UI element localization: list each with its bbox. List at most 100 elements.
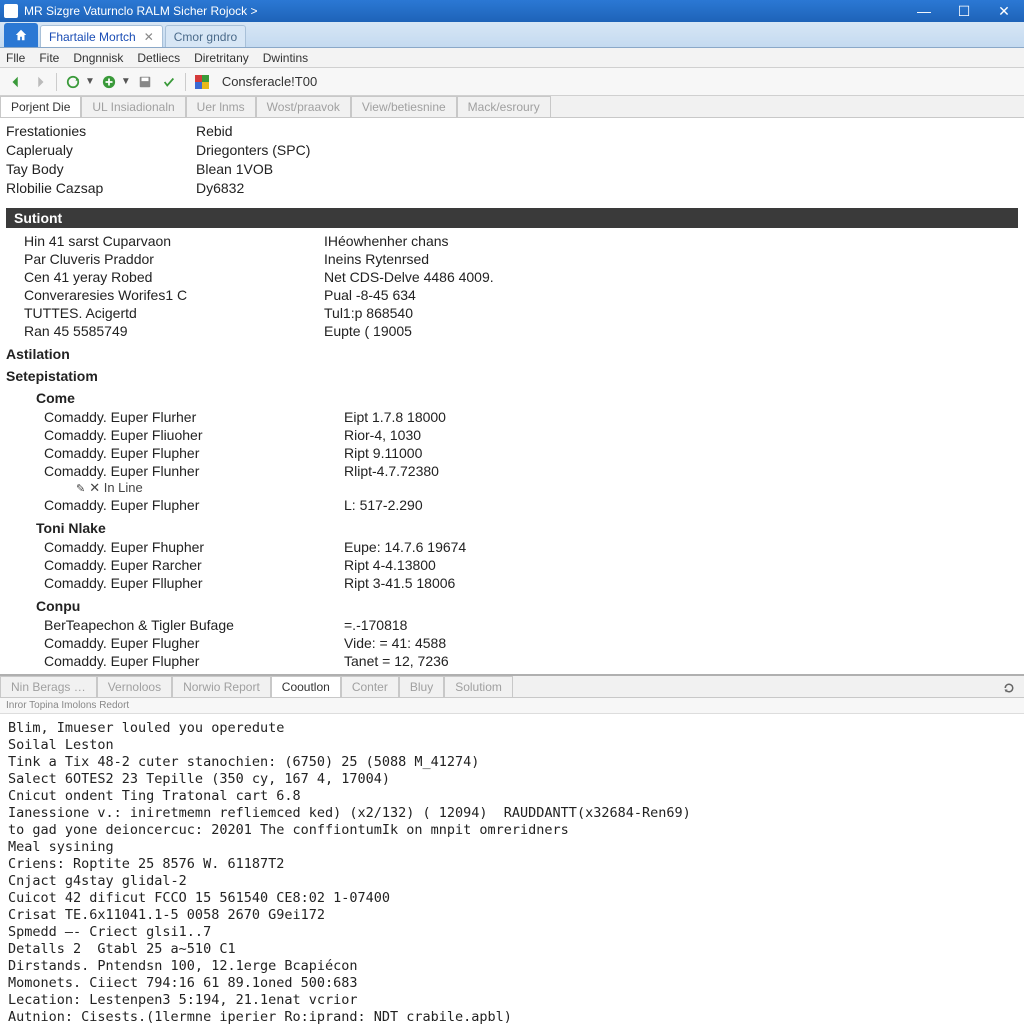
save-button[interactable] (135, 72, 155, 92)
tab-installation[interactable]: UL Insiadionaln (81, 96, 185, 117)
row-label: TUTTES. Acigertd (24, 304, 324, 322)
meta-row: CaplerualyDriegonters (SPC) (6, 141, 1024, 160)
output-toolbar: Inror Topina Imolons Redort (0, 698, 1024, 714)
dropdown-icon[interactable]: ▼ (85, 76, 95, 87)
inline-note[interactable]: ✎ ✕ In Line (6, 480, 1024, 496)
inline-note-text: ✕ In Line (89, 480, 143, 495)
data-row: TUTTES. AcigertdTul1:p 868540 (6, 304, 1024, 322)
refresh-button[interactable] (63, 72, 83, 92)
properties-pane[interactable]: FrestationiesRebidCaplerualyDriegonters … (0, 118, 1024, 674)
section-header-astilation: Astilation (6, 346, 1024, 362)
row-label: Comaddy. Euper Flupher (44, 444, 344, 462)
row-value: Ript 4-4.13800 (344, 556, 436, 574)
meta-row: FrestationiesRebid (6, 122, 1024, 141)
tab-messages[interactable]: Nin Berags … (0, 676, 97, 697)
back-button[interactable] (6, 72, 26, 92)
subsection-toni: Toni Nlake (36, 520, 1024, 536)
row-label: Comaddy. Euper Fhupher (44, 538, 344, 556)
section-header-sutiont: Sutiont (6, 208, 1018, 228)
menu-windows[interactable]: Dwintins (263, 51, 308, 65)
data-row: Comaddy. Euper FhupherEupe: 14.7.6 19674 (6, 538, 1024, 556)
data-row: Ran 45 5585749Eupte ( 19005 (6, 322, 1024, 340)
row-value: Net CDS-Delve 4486 4009. (324, 268, 494, 286)
home-icon (14, 28, 28, 42)
row-value: IHéowhenher chans (324, 232, 449, 250)
meta-key: Frestationies (6, 122, 196, 141)
meta-value: Dy6832 (196, 179, 244, 198)
meta-row: Rlobilie CazsapDy6832 (6, 179, 1024, 198)
forward-button[interactable] (30, 72, 50, 92)
window-titlebar: MR Sizgre Vaturnclo RALM Sicher Rojock >… (0, 0, 1024, 22)
tab-project-die[interactable]: Porjent Die (0, 96, 81, 117)
main-toolbar: ▼ ▼ Consferacle!T00 (0, 68, 1024, 96)
menu-diagnostics[interactable]: Dngnnisk (73, 51, 123, 65)
detail-tabs: Porjent Die UL Insiadionaln Uer lnms Wos… (0, 96, 1024, 118)
tab-user-items[interactable]: Uer lnms (186, 96, 256, 117)
row-value: Rior-4, 1030 (344, 426, 421, 444)
home-tab[interactable] (4, 23, 38, 47)
tab-buy[interactable]: Bluy (399, 676, 444, 697)
data-row: Comaddy. Euper FlurherEipt 1.7.8 18000 (6, 408, 1024, 426)
row-value: Tul1:p 868540 (324, 304, 413, 322)
tab-versions[interactable]: Vernoloos (97, 676, 172, 697)
section-header-setepistation: Setepistatiom (6, 368, 1024, 384)
data-row: Comaddy. Euper FlugherVide: = 41: 4588 (6, 634, 1024, 652)
row-label: Comaddy. Euper Fliuoher (44, 426, 344, 444)
minimize-button[interactable]: — (904, 0, 944, 22)
row-value: Ineins Rytenrsed (324, 250, 429, 268)
tab-report[interactable]: Norwio Report (172, 676, 271, 697)
puzzle-icon[interactable] (192, 72, 212, 92)
row-value: Vide: = 41: 4588 (344, 634, 446, 652)
tab-workspace[interactable]: Wost/praavok (256, 96, 351, 117)
row-value: =.-170818 (344, 616, 407, 634)
data-row: Comaddy. Euper RarcherRipt 4-4.13800 (6, 556, 1024, 574)
tab-history[interactable]: Mack/esroury (457, 96, 551, 117)
menu-bar: Flle Fite Dngnnisk Detliecs Diretritany … (0, 48, 1024, 68)
row-value: Rlipt-4.7.72380 (344, 462, 439, 480)
meta-value: Blean 1VOB (196, 160, 273, 179)
row-value: Tanet = 12, 7236 (344, 652, 449, 670)
row-value: L: 517-2.290 (344, 496, 423, 514)
row-label: Comaddy. Euper Flupher (44, 652, 344, 670)
output-pane: Nin Berags … Vernoloos Norwio Report Coo… (0, 674, 1024, 1024)
file-tab-inactive[interactable]: Cmor gndro (165, 25, 246, 47)
menu-fite[interactable]: Fite (39, 51, 59, 65)
meta-value: Rebid (196, 122, 233, 141)
refresh-icon[interactable] (1000, 679, 1018, 697)
app-icon (4, 4, 18, 18)
tab-view[interactable]: View/betiesnine (351, 96, 457, 117)
row-value: Ript 3-41.5 18006 (344, 574, 455, 592)
row-label: Comaddy. Euper Flugher (44, 634, 344, 652)
output-tabs: Nin Berags … Vernoloos Norwio Report Coo… (0, 676, 1024, 698)
subsection-come: Come (36, 390, 1024, 406)
console-output[interactable]: Blim, Imueser louled you operedute Soila… (0, 714, 1024, 1024)
check-button[interactable] (159, 72, 179, 92)
file-tab-label: Cmor gndro (174, 30, 237, 44)
meta-value: Driegonters (SPC) (196, 141, 310, 160)
meta-key: Caplerualy (6, 141, 196, 160)
row-label: Cen 41 yeray Robed (24, 268, 324, 286)
subsection-conpu: Conpu (36, 598, 1024, 614)
menu-details[interactable]: Detliecs (137, 51, 180, 65)
tab-center[interactable]: Conter (341, 676, 399, 697)
tab-solution[interactable]: Solutiom (444, 676, 513, 697)
row-label: Comaddy. Euper Rarcher (44, 556, 344, 574)
dropdown-icon[interactable]: ▼ (121, 76, 131, 87)
data-row: Comaddy. Euper FlupherL: 517-2.290 (6, 496, 1024, 514)
tab-console[interactable]: Cooutlon (271, 676, 341, 697)
menu-file[interactable]: Flle (6, 51, 25, 65)
close-button[interactable]: ✕ (984, 0, 1024, 22)
file-tab-active[interactable]: Fhartaile Mortch ✕ (40, 25, 163, 47)
row-value: Eipt 1.7.8 18000 (344, 408, 446, 426)
toolbar-label: Consferacle!T00 (222, 74, 317, 89)
close-icon[interactable]: ✕ (144, 30, 154, 44)
data-row: Comaddy. Euper FlunherRlipt-4.7.72380 (6, 462, 1024, 480)
row-label: Converaresies Worifes1 C (24, 286, 324, 304)
pencil-icon: ✎ (76, 483, 85, 495)
add-button[interactable] (99, 72, 119, 92)
maximize-button[interactable]: ☐ (944, 0, 984, 22)
data-row: Comaddy. Euper FlupherRipt 9.11000 (6, 444, 1024, 462)
menu-directory[interactable]: Diretritany (194, 51, 249, 65)
meta-key: Rlobilie Cazsap (6, 179, 196, 198)
row-value: Eupe: 14.7.6 19674 (344, 538, 466, 556)
